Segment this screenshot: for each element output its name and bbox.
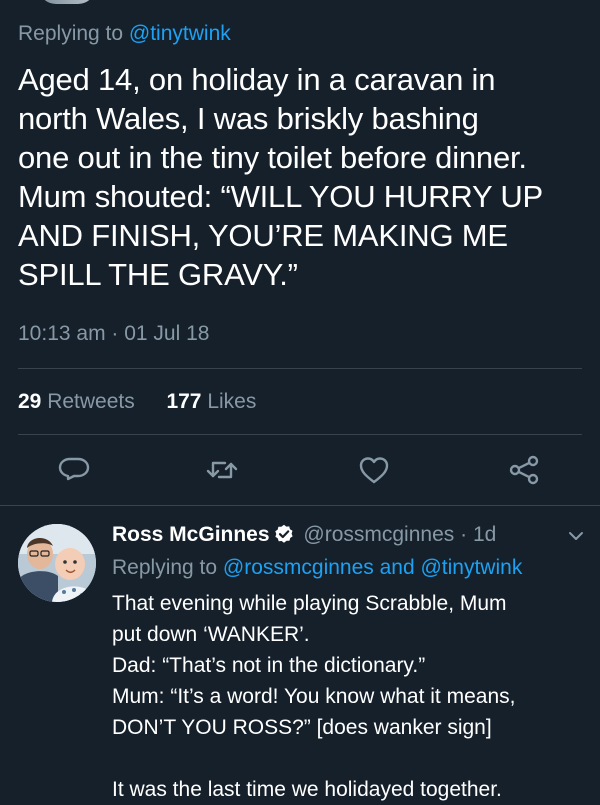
reply-text-line bbox=[112, 743, 592, 774]
reply-text-line: It was the last time we holidayed togeth… bbox=[112, 778, 502, 801]
tweet-text-line: Mum shouted: “WILL YOU HURRY UP bbox=[18, 179, 543, 214]
retweets-label: Retweets bbox=[47, 390, 135, 413]
reply-age[interactable]: 1d bbox=[473, 523, 496, 546]
tweet-text-line: SPILL THE GRAVY.” bbox=[18, 257, 298, 292]
divider bbox=[18, 434, 582, 435]
tweet-text-line: Aged 14, on holiday in a caravan in bbox=[18, 62, 496, 97]
reply-text: That evening while playing Scrabble, Mum… bbox=[112, 588, 592, 805]
replying-to-prefix: Replying to bbox=[18, 22, 124, 45]
reply-tweet[interactable]: Ross McGinnes @rossmcginnes · 1d Replyin… bbox=[0, 505, 600, 801]
reply-text-line: That evening while playing Scrabble, Mum bbox=[112, 592, 507, 615]
likes-stat[interactable]: 177 Likes bbox=[166, 390, 256, 413]
tweet-stats: 29 Retweets 177 Likes bbox=[18, 390, 256, 414]
likes-count: 177 bbox=[166, 390, 202, 413]
previous-tweet-avatar[interactable] bbox=[38, 0, 96, 4]
divider bbox=[18, 368, 582, 369]
retweet-icon[interactable] bbox=[204, 452, 240, 488]
replying-to: Replying to @tinytwink bbox=[18, 22, 231, 46]
retweets-count: 29 bbox=[18, 390, 42, 413]
reply-text-line: DON’T YOU ROSS?” [does wanker sign] bbox=[112, 716, 492, 739]
verified-badge-icon bbox=[274, 524, 294, 544]
reply-icon[interactable] bbox=[56, 452, 92, 488]
author-handle[interactable]: @rossmcginnes bbox=[303, 523, 454, 546]
like-icon[interactable] bbox=[356, 452, 392, 488]
replying-to-handles-link[interactable]: @rossmcginnes and @tinytwink bbox=[223, 556, 522, 579]
chevron-down-icon[interactable] bbox=[566, 526, 586, 546]
tweet-timestamp[interactable]: 10:13 am · 01 Jul 18 bbox=[18, 322, 209, 346]
reply-text-line: Dad: “That’s not in the dictionary.” bbox=[112, 654, 426, 677]
replying-to-prefix: Replying to bbox=[112, 556, 218, 579]
share-icon[interactable] bbox=[506, 452, 542, 488]
retweets-stat[interactable]: 29 Retweets bbox=[18, 390, 141, 413]
time-separator: · bbox=[460, 523, 468, 546]
reply-text-line: put down ‘WANKER’. bbox=[112, 623, 310, 646]
tweet-action-bar bbox=[0, 452, 600, 492]
reply-replying-to: Replying to @rossmcginnes and @tinytwink bbox=[112, 556, 522, 580]
avatar[interactable] bbox=[18, 524, 96, 602]
likes-label: Likes bbox=[207, 390, 257, 413]
replying-to-handle-link[interactable]: @tinytwink bbox=[129, 22, 231, 45]
tweet-text: Aged 14, on holiday in a caravan in nort… bbox=[18, 60, 588, 294]
author-name[interactable]: Ross McGinnes bbox=[112, 523, 270, 546]
tweet-text-line: north Wales, I was briskly bashing bbox=[18, 101, 479, 136]
tweet-text-line: one out in the tiny toilet before dinner… bbox=[18, 140, 527, 175]
reply-header: Ross McGinnes @rossmcginnes · 1d bbox=[112, 523, 496, 547]
tweet-text-line: AND FINISH, YOU’RE MAKING ME bbox=[18, 218, 508, 253]
reply-text-line: Mum: “It’s a word! You know what it mean… bbox=[112, 685, 516, 708]
